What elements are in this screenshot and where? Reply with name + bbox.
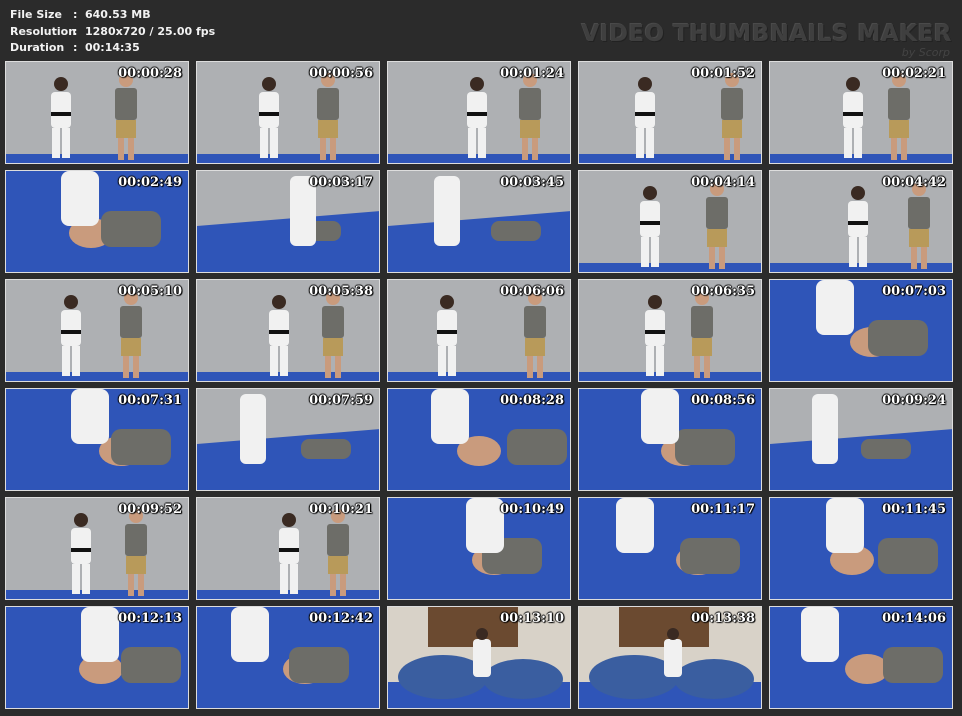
thumbnail[interactable]: 00:10:49	[387, 497, 571, 600]
thumbnail[interactable]: 00:05:38	[196, 279, 380, 382]
duration-row: Duration : 00:14:35	[10, 40, 215, 57]
header: File Size : 640.53 MB Resolution : 1280x…	[0, 0, 962, 60]
thumbnail[interactable]: 00:02:49	[5, 170, 189, 273]
file-info: File Size : 640.53 MB Resolution : 1280x…	[10, 7, 215, 57]
timestamp: 00:13:38	[691, 611, 755, 626]
timestamp: 00:12:13	[118, 611, 182, 626]
timestamp: 00:05:10	[118, 284, 182, 299]
resolution-value: 1280x720 / 25.00 fps	[85, 24, 216, 38]
timestamp: 00:09:24	[882, 393, 946, 408]
thumbnail[interactable]: 00:13:10	[387, 606, 571, 709]
thumbnail[interactable]: 00:04:14	[578, 170, 762, 273]
timestamp: 00:02:21	[882, 66, 946, 81]
timestamp: 00:14:06	[882, 611, 946, 626]
file-size-value: 640.53 MB	[85, 8, 151, 21]
thumbnail[interactable]: 00:07:31	[5, 388, 189, 491]
thumbnail[interactable]: 00:11:45	[769, 497, 953, 600]
thumbnail[interactable]: 00:13:38	[578, 606, 762, 709]
resolution-row: Resolution : 1280x720 / 25.00 fps	[10, 24, 215, 41]
timestamp: 00:13:10	[500, 611, 564, 626]
thumbnail[interactable]: 00:08:28	[387, 388, 571, 491]
timestamp: 00:09:52	[118, 502, 182, 517]
timestamp: 00:01:24	[500, 66, 564, 81]
thumbnail[interactable]: 00:04:42	[769, 170, 953, 273]
resolution-label: Resolution	[10, 24, 77, 38]
timestamp: 00:03:45	[500, 175, 564, 190]
timestamp: 00:01:52	[691, 66, 755, 81]
timestamp: 00:11:45	[882, 502, 946, 517]
timestamp: 00:04:14	[691, 175, 755, 190]
timestamp: 00:10:49	[500, 502, 564, 517]
thumbnail[interactable]: 00:06:35	[578, 279, 762, 382]
watermark-title: VIDEO THUMBNAILS MAKER	[581, 21, 952, 47]
timestamp: 00:03:17	[309, 175, 373, 190]
thumbnail[interactable]: 00:11:17	[578, 497, 762, 600]
thumbnail[interactable]: 00:08:56	[578, 388, 762, 491]
timestamp: 00:04:42	[882, 175, 946, 190]
thumbnail[interactable]: 00:09:52	[5, 497, 189, 600]
thumbnail[interactable]: 00:03:45	[387, 170, 571, 273]
thumbnail[interactable]: 00:00:56	[196, 61, 380, 164]
file-size-row: File Size : 640.53 MB	[10, 7, 215, 24]
thumbnail[interactable]: 00:03:17	[196, 170, 380, 273]
thumbnail[interactable]: 00:06:06	[387, 279, 571, 382]
timestamp: 00:02:49	[118, 175, 182, 190]
thumbnail[interactable]: 00:14:06	[769, 606, 953, 709]
thumbnail[interactable]: 00:01:52	[578, 61, 762, 164]
thumbnail[interactable]: 00:01:24	[387, 61, 571, 164]
thumbnail[interactable]: 00:09:24	[769, 388, 953, 491]
timestamp: 00:11:17	[691, 502, 755, 517]
timestamp: 00:12:42	[309, 611, 373, 626]
timestamp: 00:06:35	[691, 284, 755, 299]
thumbnail[interactable]: 00:02:21	[769, 61, 953, 164]
timestamp: 00:08:28	[500, 393, 564, 408]
thumbnail[interactable]: 00:00:28	[5, 61, 189, 164]
duration-label: Duration	[10, 41, 65, 54]
thumbnail[interactable]: 00:10:21	[196, 497, 380, 600]
separator: :	[73, 24, 78, 38]
thumbnail[interactable]: 00:05:10	[5, 279, 189, 382]
timestamp: 00:10:21	[309, 502, 373, 517]
thumbnail[interactable]: 00:12:13	[5, 606, 189, 709]
separator: :	[73, 41, 78, 54]
thumbnail[interactable]: 00:07:59	[196, 388, 380, 491]
watermark-subtitle: by Scorp	[901, 46, 950, 59]
timestamp: 00:05:38	[309, 284, 373, 299]
timestamp: 00:07:59	[309, 393, 373, 408]
file-size-label: File Size	[10, 8, 62, 21]
thumbnail[interactable]: 00:07:03	[769, 279, 953, 382]
timestamp: 00:00:56	[309, 66, 373, 81]
separator: :	[73, 8, 78, 21]
timestamp: 00:07:03	[882, 284, 946, 299]
timestamp: 00:08:56	[691, 393, 755, 408]
thumbnail[interactable]: 00:12:42	[196, 606, 380, 709]
timestamp: 00:00:28	[118, 66, 182, 81]
timestamp: 00:07:31	[118, 393, 182, 408]
duration-value: 00:14:35	[85, 41, 140, 54]
timestamp: 00:06:06	[500, 284, 564, 299]
